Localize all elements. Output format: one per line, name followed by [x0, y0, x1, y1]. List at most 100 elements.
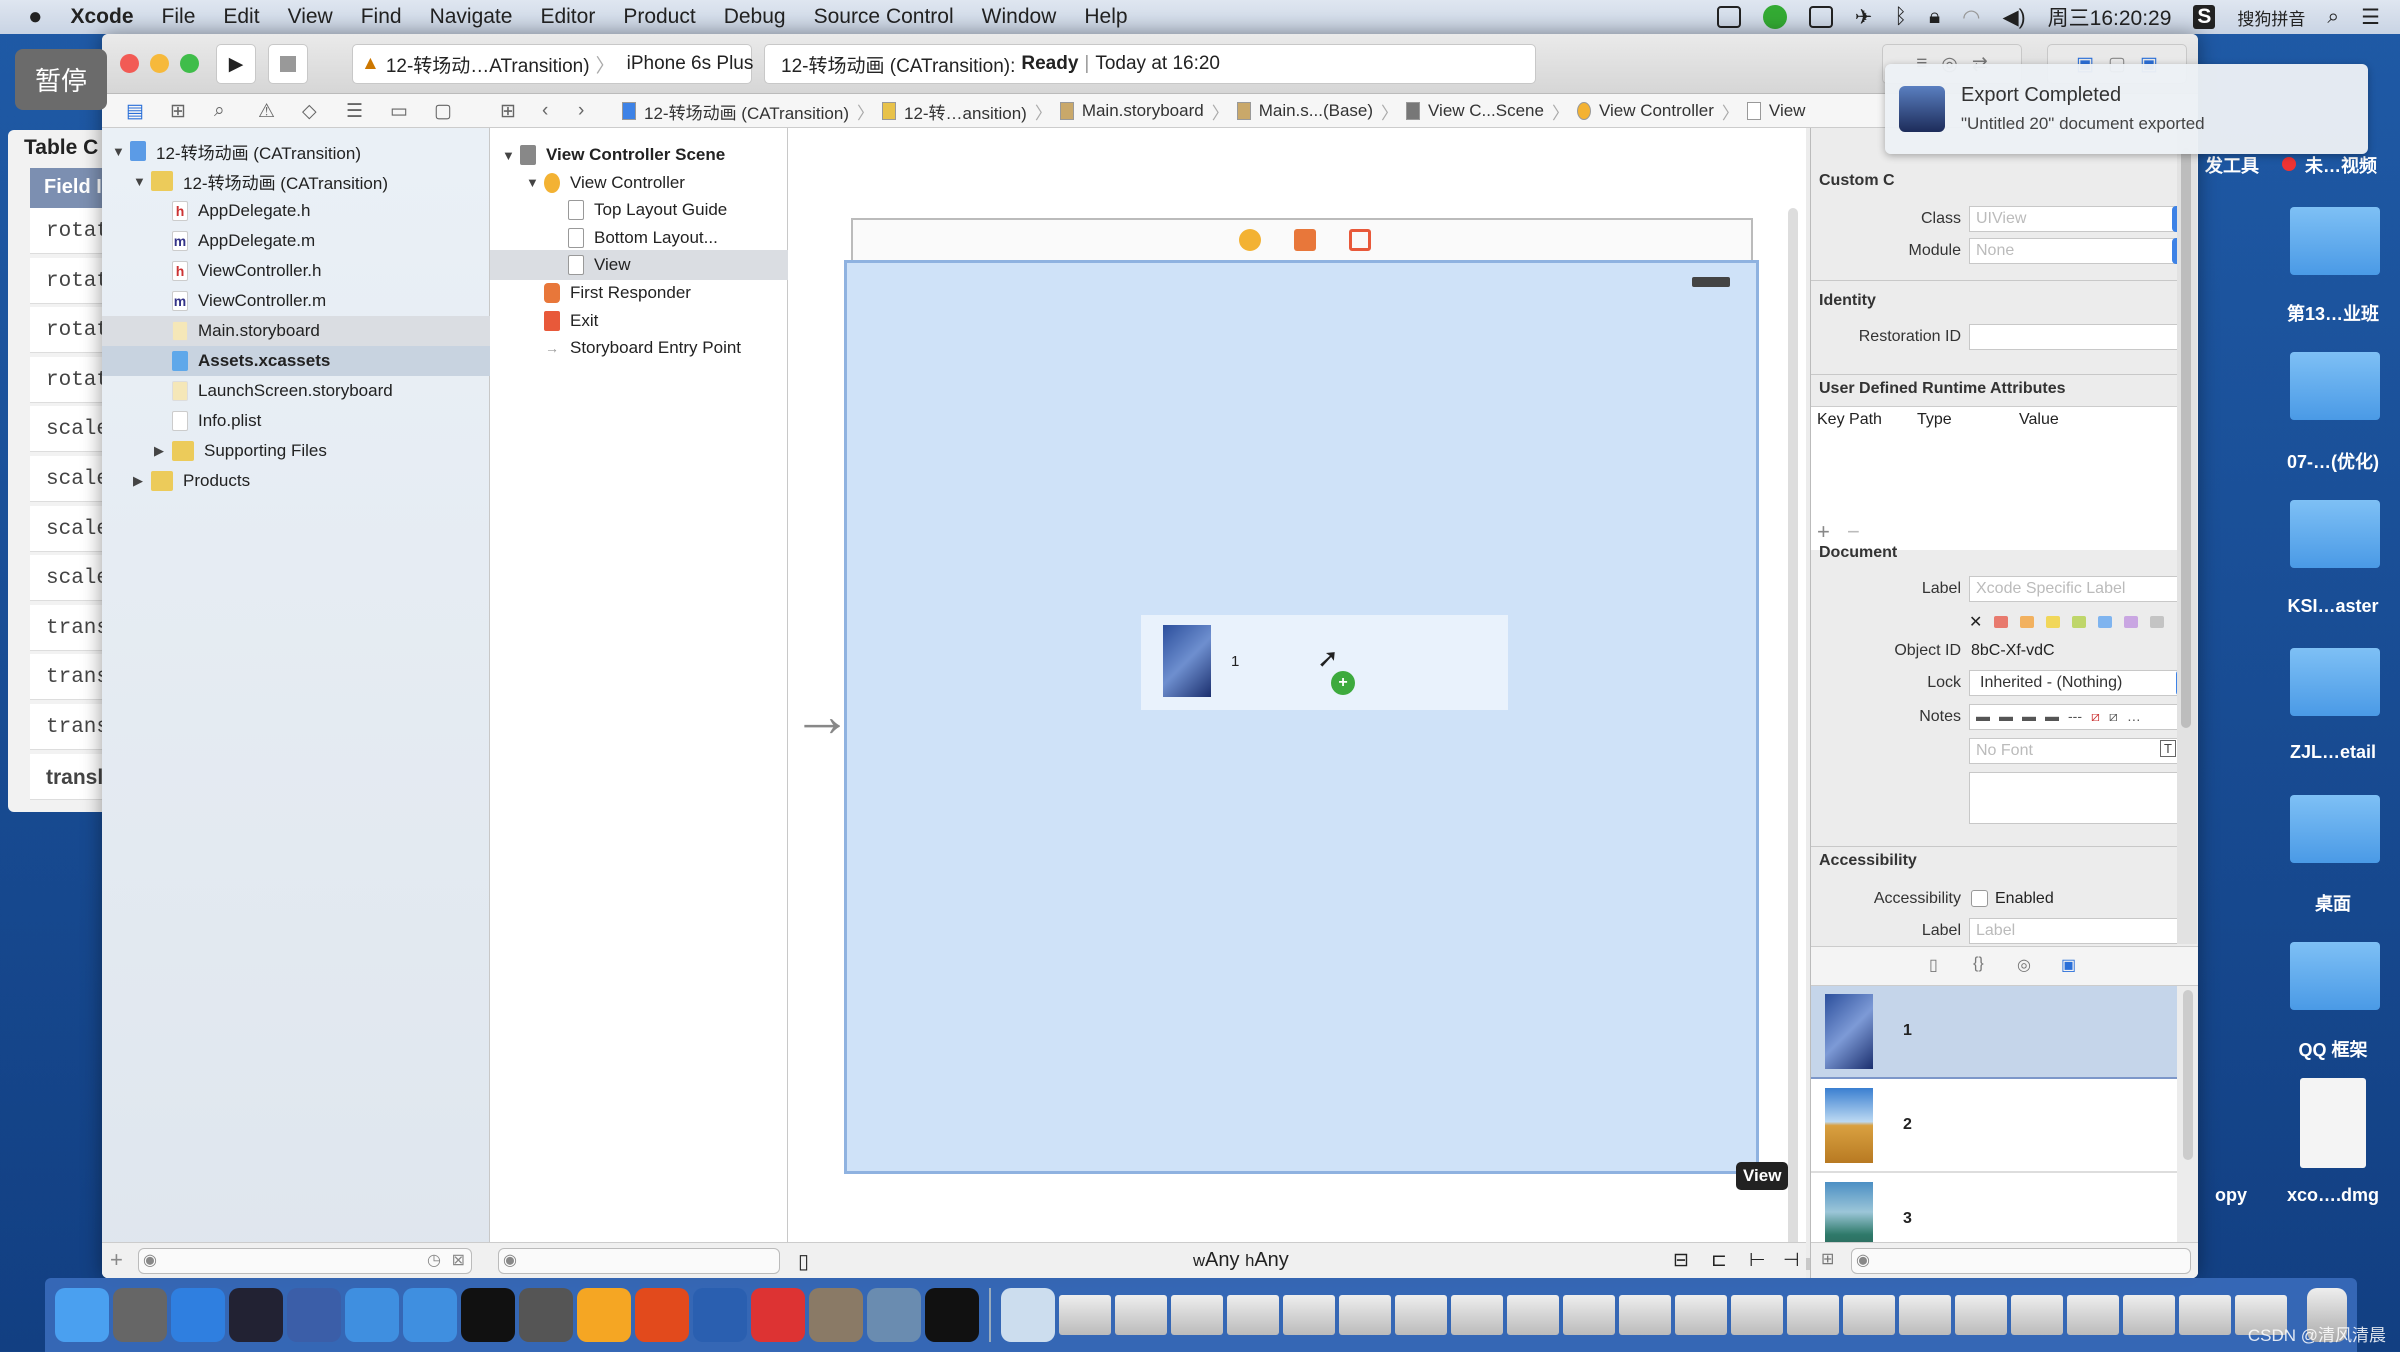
outline-item[interactable]: View: [490, 250, 788, 281]
powerpoint-icon[interactable]: [635, 1288, 689, 1342]
notes-app-icon[interactable]: [809, 1288, 863, 1342]
desktop-label[interactable]: 07-…(优化): [2258, 448, 2400, 474]
minimized-window-thumbnail[interactable]: [1563, 1295, 1615, 1335]
scheme-selector[interactable]: ▲ 12-转场动…ATransition) 〉 iPhone 6s Plus: [352, 44, 753, 84]
accessibility-enabled-checkbox[interactable]: [1971, 890, 1988, 907]
grid-view-icon[interactable]: ⊞: [1821, 1249, 1834, 1269]
dmg-file-icon[interactable]: [2300, 1078, 2366, 1168]
issue-navigator-icon[interactable]: ⚠: [258, 100, 275, 123]
menu-help[interactable]: Help: [1084, 5, 1127, 29]
outline-item[interactable]: ▼ View Controller Scene: [490, 140, 788, 170]
minimized-window-thumbnail[interactable]: [1395, 1295, 1447, 1335]
outline-toggle-icon[interactable]: ▯: [798, 1249, 809, 1274]
library-item[interactable]: 1: [1811, 986, 2177, 1079]
navigator-item[interactable]: ▼ 12-转场动画 (CATransition): [102, 136, 490, 166]
disclosure-open-icon[interactable]: ▼: [112, 144, 125, 159]
desktop-label[interactable]: QQ 框架: [2258, 1036, 2400, 1062]
breadcrumb-item[interactable]: View: [1769, 101, 1806, 121]
library-item[interactable]: 2: [1811, 1080, 2177, 1173]
add-icon[interactable]: +: [110, 1247, 123, 1273]
label-color-swatch[interactable]: [2098, 616, 2113, 628]
spotlight-icon[interactable]: ⌕: [2327, 5, 2339, 29]
folder-icon[interactable]: [2290, 500, 2380, 568]
vertical-scrollbar[interactable]: [1788, 208, 1798, 1258]
minimized-window-thumbnail[interactable]: [1171, 1295, 1223, 1335]
root-view[interactable]: 1 + ➚: [844, 260, 1759, 1174]
desktop-label[interactable]: 未…视频: [2305, 152, 2377, 178]
pin-icon[interactable]: ⊢: [1749, 1249, 1766, 1272]
minimized-window-thumbnail[interactable]: [1115, 1295, 1167, 1335]
minimized-window-thumbnail[interactable]: [1955, 1295, 2007, 1335]
menu-xcode[interactable]: Xcode: [71, 5, 134, 29]
navigator-item[interactable]: Assets.xcassets: [102, 346, 490, 376]
menu-file[interactable]: File: [162, 5, 196, 29]
outline-item[interactable]: Exit: [490, 306, 788, 336]
media-library-icon[interactable]: ▣: [2061, 955, 2076, 975]
label-color-swatch[interactable]: [2046, 616, 2061, 628]
recorder-icon[interactable]: [1762, 5, 1787, 29]
navigator-item[interactable]: m AppDelegate.m: [102, 226, 490, 256]
volume-icon[interactable]: ◀): [2002, 5, 2025, 30]
disclosure-closed-icon[interactable]: ▶: [154, 443, 166, 459]
minimized-window-thumbnail[interactable]: [2179, 1295, 2231, 1335]
label-color-swatch[interactable]: [2124, 616, 2139, 628]
find-navigator-icon[interactable]: ⌕: [214, 100, 225, 122]
add-attribute-icon[interactable]: +: [1817, 519, 1830, 545]
restoration-id-field[interactable]: [1969, 324, 2197, 350]
menu-debug[interactable]: Debug: [724, 5, 786, 29]
no-color-icon[interactable]: ⧄: [2091, 708, 2100, 726]
minimized-window-thumbnail[interactable]: [1507, 1295, 1559, 1335]
export-notification[interactable]: Export Completed "Untitled 20" document …: [1885, 64, 2368, 154]
menu-product[interactable]: Product: [623, 5, 695, 29]
label-color-swatch[interactable]: [1994, 616, 2009, 628]
desktop-label[interactable]: KSI…aster: [2258, 596, 2400, 617]
resolve-issues-icon[interactable]: ⊣: [1783, 1249, 1800, 1272]
console-icon[interactable]: [925, 1288, 979, 1342]
label-color-swatch[interactable]: [2150, 616, 2165, 628]
menu-navigate[interactable]: Navigate: [430, 5, 513, 29]
notes-format-bar[interactable]: ▬ ▬ ▬ ▬ --- ⧄ ⧄…: [1969, 704, 2197, 730]
simulator-icon[interactable]: [403, 1288, 457, 1342]
minimized-window-thumbnail[interactable]: [2011, 1295, 2063, 1335]
minimized-window-thumbnail[interactable]: [2067, 1295, 2119, 1335]
menu-window[interactable]: Window: [982, 5, 1057, 29]
symbol-navigator-icon[interactable]: ⊞: [170, 100, 186, 123]
navigator-item[interactable]: ▶ Products: [102, 466, 490, 496]
screen-icon[interactable]: [1716, 6, 1741, 28]
sketch-icon[interactable]: [577, 1288, 631, 1342]
desktop-label[interactable]: 发工具: [2205, 152, 2259, 178]
column-value[interactable]: Value: [2019, 411, 2059, 429]
navigator-item[interactable]: Main.storyboard: [102, 316, 490, 346]
wifi-icon[interactable]: ◠: [1962, 5, 1980, 30]
minimized-window-thumbnail[interactable]: [1283, 1295, 1335, 1335]
color-icon[interactable]: ⧄: [2109, 708, 2118, 726]
minimized-window-thumbnail[interactable]: [1731, 1295, 1783, 1335]
stack-icon[interactable]: ⊟: [1673, 1249, 1689, 1272]
accessibility-label-field[interactable]: Label: [1969, 918, 2197, 944]
test-navigator-icon[interactable]: ◇: [302, 100, 317, 123]
folder-icon[interactable]: [2290, 207, 2380, 275]
notes-textarea[interactable]: [1969, 772, 2197, 824]
minimized-window-thumbnail[interactable]: [1451, 1295, 1503, 1335]
align-left-icon[interactable]: ▬: [1976, 708, 1990, 726]
align-center-icon[interactable]: ▬: [1999, 708, 2013, 726]
entry-point-arrow-icon[interactable]: →: [792, 686, 852, 746]
outline-item[interactable]: First Responder: [490, 278, 788, 308]
apple-menu-icon[interactable]: ●: [28, 3, 43, 31]
disclosure-open-icon[interactable]: ▼: [526, 175, 539, 190]
airplane-icon[interactable]: ✈: [1855, 5, 1873, 30]
finder-icon[interactable]: [55, 1288, 109, 1342]
minimized-window-thumbnail[interactable]: [1227, 1295, 1279, 1335]
class-field[interactable]: UIView⌄: [1969, 206, 2197, 232]
column-type[interactable]: Type: [1917, 411, 1952, 429]
menu-view[interactable]: View: [288, 5, 333, 29]
related-items-icon[interactable]: ⊞: [500, 100, 516, 123]
scm-filter-icon[interactable]: ⊠: [452, 1250, 465, 1270]
exit-icon[interactable]: [1349, 229, 1371, 251]
menu-source-control[interactable]: Source Control: [814, 5, 954, 29]
object-library-icon[interactable]: ◎: [2017, 955, 2031, 975]
font-field[interactable]: No Font T: [1969, 738, 2181, 764]
navigator-item[interactable]: m ViewController.m: [102, 286, 490, 316]
navigator-item[interactable]: h ViewController.h: [102, 256, 490, 286]
pause-overlay[interactable]: 暂停: [15, 49, 107, 110]
